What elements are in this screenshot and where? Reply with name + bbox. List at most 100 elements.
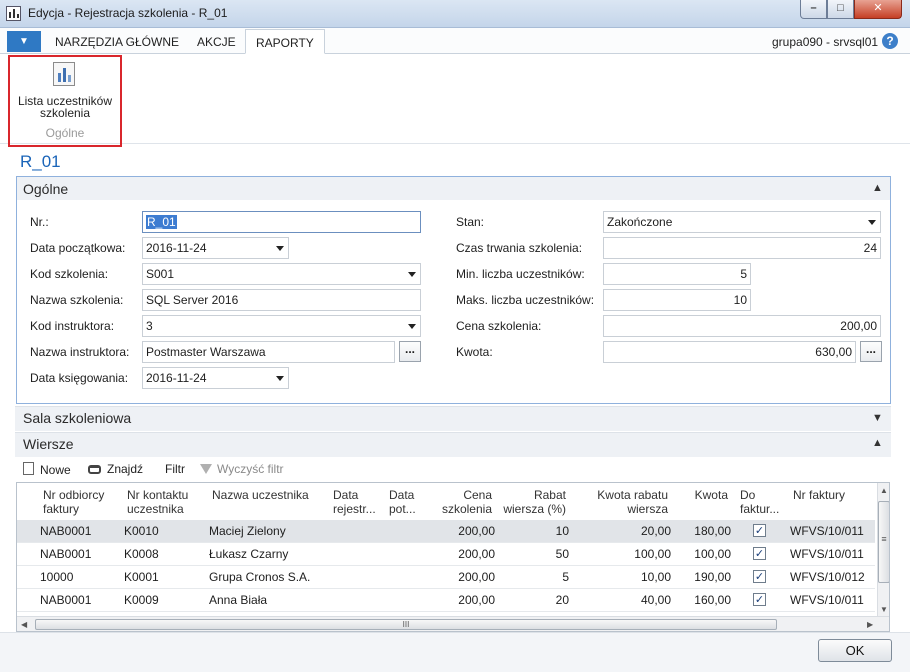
chevron-down-icon[interactable] xyxy=(276,246,284,251)
cell-invoice-no: WFVS/10/011 xyxy=(790,547,864,561)
cell-contact: K0008 xyxy=(124,547,159,561)
price-field[interactable]: 200,00 xyxy=(603,315,881,337)
cell-price: 200,00 xyxy=(458,593,495,607)
table-row[interactable]: NAB0001 K0010 Maciej Zielony 200,00 10 2… xyxy=(17,520,875,543)
find-button[interactable]: Znajdź xyxy=(88,462,143,476)
ribbon-panel xyxy=(0,54,910,144)
posting-date-field[interactable]: 2016-11-24 xyxy=(142,367,289,389)
cell-bill-to: NAB0001 xyxy=(40,593,92,607)
to-invoice-checkbox[interactable]: ✓ xyxy=(753,524,766,537)
cell-discount: 50 xyxy=(555,547,569,561)
general-fasttab-title[interactable]: Ogólne xyxy=(23,181,68,197)
course-name-field[interactable]: SQL Server 2016 xyxy=(142,289,421,311)
scroll-left-icon[interactable]: ◀ xyxy=(21,620,27,629)
ok-button[interactable]: OK xyxy=(818,639,892,662)
min-participants-field[interactable]: 5 xyxy=(603,263,751,285)
column-header-discount-amount[interactable]: Kwota rabatu wiersza xyxy=(582,488,668,516)
column-header-to-invoice[interactable]: Do faktur... xyxy=(740,488,779,516)
to-invoice-checkbox[interactable]: ✓ xyxy=(753,570,766,583)
cell-name: Maciej Zielony xyxy=(209,524,286,538)
instructor-assist-button[interactable]: ... xyxy=(399,341,421,362)
chevron-down-icon[interactable] xyxy=(868,220,876,225)
min-participants-label: Min. liczba uczestników: xyxy=(456,267,585,281)
chevron-down-icon[interactable] xyxy=(408,272,416,277)
chevron-up-icon[interactable]: ▲ xyxy=(872,182,883,194)
horizontal-scroll-thumb[interactable]: III xyxy=(35,619,777,630)
cell-discount: 10 xyxy=(555,524,569,538)
course-name-label: Nazwa szkolenia: xyxy=(30,293,124,307)
tab-akcje[interactable]: AKCJE xyxy=(187,29,246,54)
tab-narzedzia-glowne[interactable]: NARZĘDZIA GŁÓWNE xyxy=(45,29,189,54)
cell-bill-to: 10000 xyxy=(40,570,74,584)
column-header-conf-date[interactable]: Data pot... xyxy=(389,488,416,516)
cell-contact: K0001 xyxy=(124,570,159,584)
scroll-down-icon[interactable]: ▼ xyxy=(880,605,888,614)
cell-price: 200,00 xyxy=(458,547,495,561)
column-header-name[interactable]: Nazwa uczestnika xyxy=(212,488,309,502)
column-header-reg-date[interactable]: Data rejestr... xyxy=(333,488,376,516)
chevron-down-icon[interactable]: ▼ xyxy=(872,412,883,424)
tab-raporty[interactable]: RAPORTY xyxy=(245,29,325,54)
ribbon-group-label: Ogólne xyxy=(45,126,85,140)
room-fasttab-title[interactable]: Sala szkoleniowa xyxy=(23,410,131,426)
vertical-scroll-thumb[interactable]: ≡ xyxy=(878,501,889,583)
column-header-bill-to[interactable]: Nr odbiorcy faktury xyxy=(43,488,104,516)
room-fasttab-header[interactable] xyxy=(15,406,891,431)
help-icon[interactable]: ? xyxy=(882,33,898,49)
chevron-up-icon[interactable]: ▲ xyxy=(872,437,883,449)
minimize-button[interactable]: – xyxy=(800,0,827,19)
to-invoice-checkbox[interactable]: ✓ xyxy=(753,593,766,606)
cell-contact: K0010 xyxy=(124,524,159,538)
new-document-icon xyxy=(23,462,34,475)
application-menu-button[interactable]: ▼ xyxy=(7,31,41,52)
table-row[interactable]: 10000 K0001 Grupa Cronos S.A. 200,00 5 1… xyxy=(17,566,875,589)
posting-date-label: Data księgowania: xyxy=(30,371,129,385)
amount-assist-button[interactable]: ... xyxy=(860,341,882,362)
cell-name: Łukasz Czarny xyxy=(209,547,289,561)
dialog-footer xyxy=(0,632,910,672)
status-field[interactable]: Zakończone xyxy=(603,211,881,233)
column-header-amount[interactable]: Kwota xyxy=(677,488,728,502)
app-icon xyxy=(6,6,21,21)
scroll-right-icon[interactable]: ▶ xyxy=(867,620,873,629)
cell-invoice-no: WFVS/10/012 xyxy=(790,570,865,584)
course-code-label: Kod szkolenia: xyxy=(30,267,109,281)
column-header-contact[interactable]: Nr kontaktu uczestnika xyxy=(127,488,188,516)
server-info: grupa090 - srvsql01 xyxy=(772,35,879,49)
lines-fasttab-header[interactable] xyxy=(15,432,891,457)
table-row[interactable]: NAB0001 K0009 Anna Biała 200,00 20 40,00… xyxy=(17,589,875,612)
cell-bill-to: NAB0001 xyxy=(40,547,92,561)
chevron-down-icon[interactable] xyxy=(408,324,416,329)
report-button-label[interactable]: Lista uczestników szkolenia xyxy=(10,95,120,119)
close-button[interactable]: ✕ xyxy=(854,0,902,19)
column-header-invoice-no[interactable]: Nr faktury xyxy=(793,488,845,502)
column-header-discount[interactable]: Rabat wiersza (%) xyxy=(497,488,566,516)
chevron-down-icon[interactable] xyxy=(276,376,284,381)
max-participants-field[interactable]: 10 xyxy=(603,289,751,311)
table-row[interactable]: NAB0001 K0008 Łukasz Czarny 200,00 50 10… xyxy=(17,543,875,566)
clear-filter-button[interactable]: Wyczyść filtr xyxy=(200,462,284,476)
start-date-field[interactable]: 2016-11-24 xyxy=(142,237,289,259)
instructor-code-label: Kod instruktora: xyxy=(30,319,115,333)
cell-amount: 180,00 xyxy=(694,524,731,538)
maximize-button[interactable]: □ xyxy=(827,0,854,19)
amount-field[interactable]: 630,00 xyxy=(603,341,856,363)
status-label: Stan: xyxy=(456,215,485,229)
cell-price: 200,00 xyxy=(458,570,495,584)
filter-button[interactable]: Filtr xyxy=(165,462,185,476)
instructor-name-field[interactable]: Postmaster Warszawa xyxy=(142,341,395,363)
general-fasttab-header[interactable] xyxy=(17,177,890,200)
nr-field[interactable]: R_01 xyxy=(142,211,421,233)
lines-fasttab-title[interactable]: Wiersze xyxy=(23,436,74,452)
course-code-field[interactable]: S001 xyxy=(142,263,421,285)
to-invoice-checkbox[interactable]: ✓ xyxy=(753,547,766,560)
cell-bill-to: NAB0001 xyxy=(40,524,92,538)
scroll-up-icon[interactable]: ▲ xyxy=(880,486,888,495)
instructor-code-field[interactable]: 3 xyxy=(142,315,421,337)
page-title: R_01 xyxy=(20,152,61,171)
new-line-button[interactable]: Nowe xyxy=(23,462,71,477)
column-header-price[interactable]: Cena szkolenia xyxy=(432,488,492,516)
cell-discount: 5 xyxy=(562,570,569,584)
cell-contact: K0009 xyxy=(124,593,159,607)
duration-field[interactable]: 24 xyxy=(603,237,881,259)
